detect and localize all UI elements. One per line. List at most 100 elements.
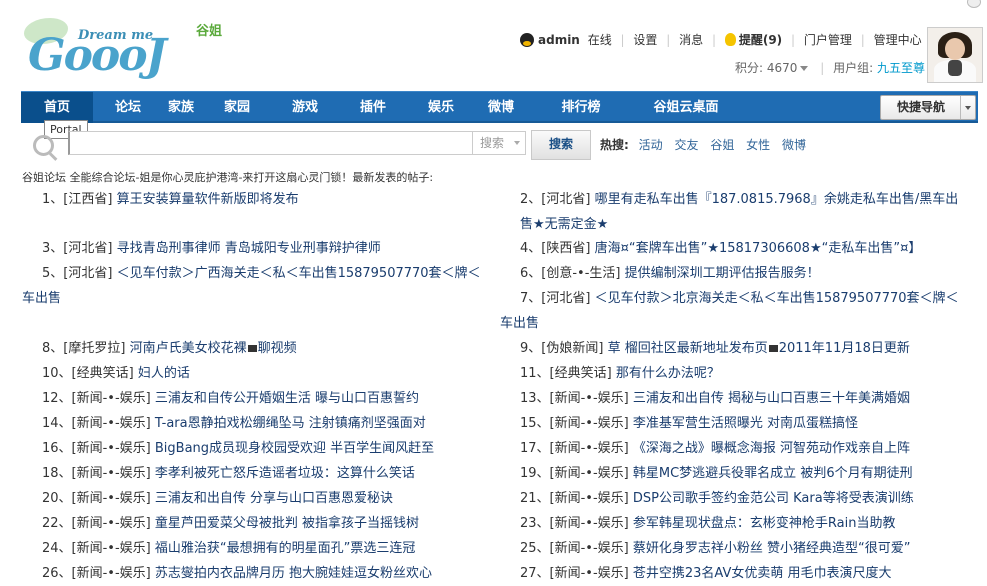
post-title[interactable]: ＜见车付款＞广西海关走＜私＜车出售15879507770套＜牌＜ (117, 266, 481, 281)
post-title[interactable]: 福山雅治获“最想拥有的明星面孔”票选三连冠 (155, 541, 415, 556)
post-category[interactable]: [新闻-•-娱乐] (550, 416, 629, 431)
post-title-continued[interactable]: 售★无需定金★ (520, 217, 608, 232)
post-category[interactable]: [新闻-•-娱乐] (72, 541, 151, 556)
messages-link[interactable]: 消息 (679, 31, 703, 48)
post-category[interactable]: [伪娘新闻] (541, 341, 603, 356)
post-category[interactable]: [新闻-•-娱乐] (72, 391, 151, 406)
hot-keyword[interactable]: 活动 (639, 138, 663, 152)
list-item[interactable]: 4、[陕西省] 唐海¤“套牌车出售”★15817306608★“走私车出售”¤】 (520, 236, 982, 261)
post-title[interactable]: 三浦友和出自传 分享与山口百惠恩爱秘诀 (155, 491, 393, 506)
post-category[interactable]: [新闻-•-娱乐] (550, 491, 629, 506)
reminder-link[interactable]: 提醒(9) (739, 31, 782, 48)
post-title[interactable]: 苍井空携23名AV女优卖萌 用毛巾表演尺度大 (633, 566, 892, 581)
nav-item-cloud-desktop[interactable]: 谷姐云桌面 (631, 92, 741, 123)
post-category[interactable]: [新闻-•-娱乐] (550, 516, 629, 531)
list-item[interactable]: 26、[新闻-•-娱乐] 苏志燮拍内衣品牌月历 抱大腕娃娃逗女粉丝欢心 (42, 561, 502, 586)
nav-item-home[interactable]: 首页 (21, 92, 93, 123)
list-item[interactable]: 3、[河北省] 寻找青岛刑事律师 青岛城阳专业刑事辩护律师 (42, 236, 502, 261)
post-category[interactable]: [新闻-•-娱乐] (550, 441, 629, 456)
post-title[interactable]: 李孝利被死亡怒斥造谣者垃圾：这算什么笑话 (155, 466, 415, 481)
post-title[interactable]: ＜见车付款＞北京海关走＜私＜车出售15879507770套＜牌＜ (595, 291, 959, 306)
post-category[interactable]: [河北省] (541, 291, 590, 306)
list-item[interactable]: 18、[新闻-•-娱乐] 李孝利被死亡怒斥造谣者垃圾：这算什么笑话 (42, 461, 502, 486)
post-title[interactable]: 《深海之战》曝概念海报 河智苑动作戏亲自上阵 (633, 441, 910, 456)
post-title-continued[interactable]: 车出售 (22, 291, 61, 306)
post-title[interactable]: 蔡妍化身罗志祥小粉丝 赞小猪经典造型“很可爱” (633, 541, 911, 556)
nav-item-weibo[interactable]: 微博 (471, 92, 531, 123)
post-title[interactable]: 童星芦田爱菜父母被批判 被指拿孩子当摇钱树 (155, 516, 419, 531)
post-category[interactable]: [江西省] (63, 192, 112, 207)
post-category[interactable]: [新闻-•-娱乐] (550, 566, 629, 581)
list-item[interactable]: 8、[摩托罗拉] 河南卢氏美女校花裸 聊视频 (42, 336, 502, 361)
post-title[interactable]: 韩星MC梦逃避兵役罪名成立 被判6个月有期徒刑 (633, 466, 913, 481)
list-item[interactable]: 12、[新闻-•-娱乐] 三浦友和自传公开婚姻生活 曝与山口百惠誓约 (42, 386, 502, 411)
post-title[interactable]: 三浦友和自传公开婚姻生活 曝与山口百惠誓约 (155, 391, 419, 406)
post-category[interactable]: [经典笑话] (72, 366, 134, 381)
list-item[interactable]: 23、[新闻-•-娱乐] 参军韩星现状盘点：玄彬变神枪手Rain当助教 (520, 511, 982, 536)
post-category[interactable]: [陕西省] (541, 241, 590, 256)
list-item[interactable]: 1、[江西省] 算王安装算量软件新版即将发布 (42, 187, 502, 212)
post-category[interactable]: [河北省] (541, 192, 590, 207)
nav-item-rankings[interactable]: 排行榜 (531, 92, 631, 123)
post-title-continued[interactable]: 聊视频 (258, 341, 297, 356)
post-category[interactable]: [经典笑话] (550, 366, 612, 381)
search-scope-select[interactable]: 搜索 (472, 131, 526, 155)
post-title[interactable]: BigBang成员现身校园受欢迎 半百学生闻风赶至 (155, 441, 434, 456)
post-category[interactable]: [新闻-•-娱乐] (72, 441, 151, 456)
post-category[interactable]: [河北省] (63, 241, 112, 256)
list-item[interactable]: 14、[新闻-•-娱乐] T-ara恩静拍戏松绷绳坠马 注射镇痛剂坚强面对 (42, 411, 502, 436)
hot-keyword[interactable]: 微博 (782, 138, 806, 152)
list-item[interactable]: 7、[河北省] ＜见车付款＞北京海关走＜私＜车出售15879507770套＜牌＜… (500, 286, 982, 336)
post-category[interactable]: [新闻-•-娱乐] (550, 466, 629, 481)
post-title[interactable]: T-ara恩静拍戏松绷绳坠马 注射镇痛剂坚强面对 (155, 416, 426, 431)
list-item[interactable]: 11、[经典笑话] 那有什么办法呢？ (520, 361, 982, 386)
post-category[interactable]: [摩托罗拉] (63, 341, 125, 356)
avatar[interactable] (927, 27, 983, 83)
post-category[interactable]: [新闻-•-娱乐] (72, 466, 151, 481)
nav-item-games[interactable]: 游戏 (275, 92, 335, 123)
list-item[interactable]: 10、[经典笑话] 妇人的话 (42, 361, 502, 386)
list-item[interactable]: 27、[新闻-•-娱乐] 苍井空携23名AV女优卖萌 用毛巾表演尺度大 (520, 561, 982, 586)
quick-nav-button[interactable]: 快捷导航 (880, 95, 976, 120)
chevron-down-icon[interactable] (800, 66, 809, 71)
site-logo[interactable]: Dream me 谷姐 GoooJ (22, 16, 232, 82)
post-title[interactable]: 河南卢氏美女校花裸 (130, 341, 247, 356)
post-title[interactable]: 唐海¤“套牌车出售”★15817306608★“走私车出售”¤】 (595, 241, 922, 256)
list-item[interactable]: 19、[新闻-•-娱乐] 韩星MC梦逃避兵役罪名成立 被判6个月有期徒刑 (520, 461, 982, 486)
post-title[interactable]: 三浦友和出自传 揭秘与山口百惠三十年美满婚姻 (633, 391, 910, 406)
username-link[interactable]: admin (538, 33, 580, 47)
post-title-continued[interactable]: 2011年11月18日更新 (779, 341, 910, 356)
post-title[interactable]: 提供编制深圳工期评估报告服务！ (625, 266, 820, 281)
post-category[interactable]: [创意-•-生活] (541, 266, 620, 281)
settings-link[interactable]: 设置 (633, 31, 657, 48)
post-title[interactable]: 草 榴回社区最新地址发布页 (608, 341, 768, 356)
post-category[interactable]: [新闻-•-娱乐] (72, 416, 151, 431)
admin-center-link[interactable]: 管理中心 (874, 31, 922, 48)
list-item[interactable]: 5、[河北省] ＜见车付款＞广西海关走＜私＜车出售15879507770套＜牌＜… (22, 261, 502, 311)
hot-keyword[interactable]: 交友 (674, 138, 698, 152)
list-item[interactable]: 2、[河北省] 哪里有走私车出售『187.0815.7968』余姚走私车出售/黑… (520, 187, 982, 237)
post-category[interactable]: [新闻-•-娱乐] (72, 516, 151, 531)
list-item[interactable]: 13、[新闻-•-娱乐] 三浦友和出自传 揭秘与山口百惠三十年美满婚姻 (520, 386, 982, 411)
nav-item-home-space[interactable]: 家园 (199, 92, 275, 123)
post-title-continued[interactable]: 车出售 (500, 316, 539, 331)
list-item[interactable]: 22、[新闻-•-娱乐] 童星芦田爱菜父母被批判 被指拿孩子当摇钱树 (42, 511, 502, 536)
list-item[interactable]: 21、[新闻-•-娱乐] DSP公司歌手签约金范公司 Kara等将受表演训练 (520, 486, 982, 511)
post-title[interactable]: 寻找青岛刑事律师 青岛城阳专业刑事辩护律师 (117, 241, 381, 256)
post-title[interactable]: 妇人的话 (138, 366, 190, 381)
nav-item-entertainment[interactable]: 娱乐 (411, 92, 471, 123)
portal-admin-link[interactable]: 门户管理 (804, 31, 852, 48)
hot-keyword[interactable]: 女性 (746, 138, 770, 152)
nav-item-family[interactable]: 家族 (163, 92, 199, 123)
list-item[interactable]: 15、[新闻-•-娱乐] 李准基军营生活照曝光 对南瓜蛋糕搞怪 (520, 411, 982, 436)
list-item[interactable]: 6、[创意-•-生活] 提供编制深圳工期评估报告服务！ (520, 261, 982, 286)
post-title[interactable]: 那有什么办法呢？ (616, 366, 720, 381)
post-title[interactable]: 李准基军营生活照曝光 对南瓜蛋糕搞怪 (633, 416, 858, 431)
post-title[interactable]: DSP公司歌手签约金范公司 Kara等将受表演训练 (633, 491, 914, 506)
nav-item-forum[interactable]: 论坛 (93, 92, 163, 123)
list-item[interactable]: 25、[新闻-•-娱乐] 蔡妍化身罗志祥小粉丝 赞小猪经典造型“很可爱” (520, 536, 982, 561)
list-item[interactable]: 17、[新闻-•-娱乐] 《深海之战》曝概念海报 河智苑动作戏亲自上阵 (520, 436, 982, 461)
list-item[interactable]: 20、[新闻-•-娱乐] 三浦友和出自传 分享与山口百惠恩爱秘诀 (42, 486, 502, 511)
nav-item-plugins[interactable]: 插件 (335, 92, 411, 123)
list-item[interactable]: 24、[新闻-•-娱乐] 福山雅治获“最想拥有的明星面孔”票选三连冠 (42, 536, 502, 561)
